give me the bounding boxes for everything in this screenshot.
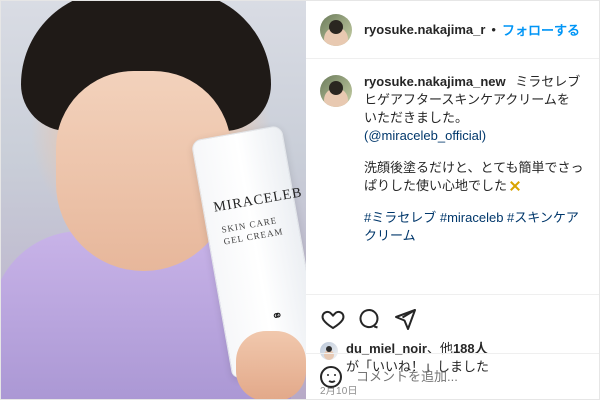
comment-input[interactable] — [354, 368, 578, 385]
emoji-icon[interactable] — [320, 365, 342, 388]
post-sidebar: ryosuke.nakajima_r • フォローする ryosuke.naka… — [306, 1, 599, 399]
separator-dot: • — [491, 22, 496, 37]
tube-logo: ⚭ — [270, 306, 285, 325]
comment-icon — [359, 308, 379, 328]
tube-brand-text: MIRACELEB — [212, 185, 304, 216]
avatar[interactable] — [320, 13, 352, 46]
like-button[interactable] — [320, 306, 346, 332]
paper-plane-icon — [395, 308, 416, 330]
caption-avatar[interactable] — [320, 75, 352, 107]
post-header: ryosuke.nakajima_r • フォローする — [306, 1, 599, 59]
follow-button[interactable]: フォローする — [502, 20, 580, 39]
tube-sub-text: SKIN CARE GEL CREAM — [221, 213, 285, 247]
heart-icon — [321, 310, 345, 329]
caption-username[interactable]: ryosuke.nakajima_new — [364, 74, 506, 89]
actions-bar — [306, 294, 599, 342]
header-username[interactable]: ryosuke.nakajima_r — [364, 22, 485, 37]
caption-body: 洗顔後塗るだけと、とても簡単でさっぱりした使い心地でした — [364, 159, 584, 195]
caption-mention[interactable]: (@miraceleb_official) — [364, 127, 584, 145]
post-photo: MIRACELEB SKIN CARE GEL CREAM ⚭ — [1, 1, 306, 399]
caption-line-2: 洗顔後塗るだけと、とても簡単でさっぱりした使い心地でした — [364, 160, 584, 193]
hand — [236, 331, 306, 399]
caption-hashtags[interactable]: #ミラセレブ #miraceleb #スキンケアクリーム — [364, 209, 584, 245]
caption-text: ryosuke.nakajima_new ミラセレブ ヒゲアフタースキンケアクリ… — [364, 73, 584, 294]
instagram-post: MIRACELEB SKIN CARE GEL CREAM ⚭ ryosuke.… — [0, 0, 600, 400]
comment-button[interactable] — [356, 306, 382, 332]
sparkle-icon — [509, 180, 521, 192]
caption: ryosuke.nakajima_new ミラセレブ ヒゲアフタースキンケアクリ… — [306, 59, 599, 294]
comment-bar — [306, 353, 599, 399]
share-button[interactable] — [392, 306, 418, 332]
